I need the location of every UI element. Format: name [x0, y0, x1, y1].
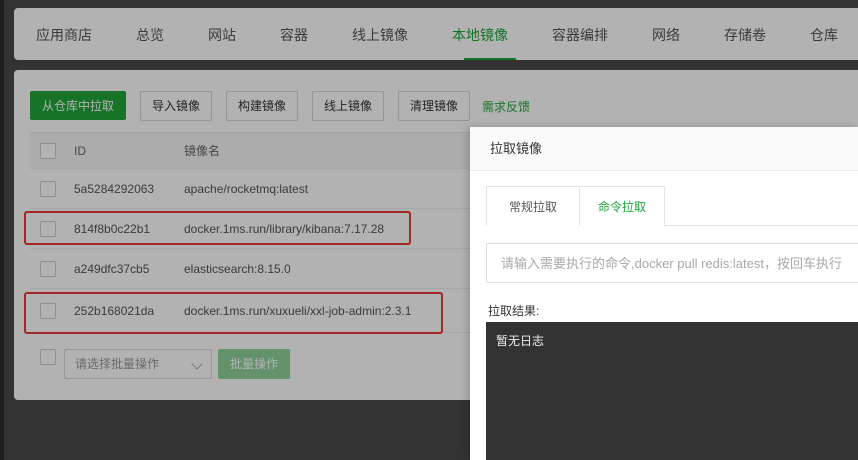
- dialog-header: 拉取镜像: [470, 127, 858, 171]
- image-id: 252b168021da: [74, 304, 155, 318]
- image-name: docker.1ms.run/xuxueli/xxl-job-admin:2.3…: [184, 304, 412, 318]
- build-image-button[interactable]: 构建镜像: [226, 91, 299, 121]
- tab-overview[interactable]: 总览: [136, 8, 164, 60]
- tab-registry[interactable]: 仓库: [810, 8, 838, 60]
- feedback-link[interactable]: 需求反馈: [482, 98, 530, 115]
- import-image-button[interactable]: 导入镜像: [140, 91, 213, 121]
- row-checkbox[interactable]: [40, 180, 56, 197]
- tab-label: 命令拉取: [597, 200, 646, 214]
- tab-label: 常规拉取: [508, 200, 557, 214]
- column-header-id: ID: [74, 144, 86, 158]
- image-name: docker.1ms.run/library/kibana:7.17.28: [184, 222, 385, 236]
- tab-containers[interactable]: 容器: [280, 8, 308, 60]
- chevron-down-icon: [191, 358, 203, 370]
- image-id: 814f8b0c22b1: [74, 222, 151, 236]
- tab-compose[interactable]: 容器编排: [552, 8, 608, 60]
- command-input[interactable]: [486, 243, 858, 283]
- pull-log-output[interactable]: 暂无日志: [486, 322, 858, 460]
- log-text: 暂无日志: [496, 334, 545, 348]
- pull-from-registry-button[interactable]: 从仓库中拉取: [30, 91, 127, 120]
- tab-label: 网站: [208, 27, 236, 43]
- batch-select-all-checkbox[interactable]: [40, 349, 56, 365]
- tab-app-store[interactable]: 应用商店: [36, 8, 92, 60]
- tab-label: 仓库: [810, 27, 838, 43]
- tab-normal-pull[interactable]: 常规拉取: [486, 186, 580, 226]
- column-header-name: 镜像名: [184, 144, 221, 158]
- left-sidebar-edge: [0, 0, 4, 460]
- row-checkbox[interactable]: [40, 220, 56, 237]
- tab-network[interactable]: 网络: [652, 8, 680, 60]
- tab-label: 本地镜像: [452, 27, 508, 43]
- tab-websites[interactable]: 网站: [208, 8, 236, 60]
- image-name: elasticsearch:8.15.0: [184, 262, 291, 276]
- tab-command-pull[interactable]: 命令拉取: [579, 186, 665, 227]
- row-checkbox[interactable]: [40, 302, 56, 319]
- pull-mode-tabs: 常规拉取 命令拉取: [486, 186, 858, 227]
- pull-result-label: 拉取结果:: [488, 304, 540, 318]
- tab-volumes[interactable]: 存储卷: [724, 8, 766, 60]
- tab-local-images[interactable]: 本地镜像: [452, 8, 524, 60]
- tab-label: 容器编排: [552, 27, 608, 43]
- tab-label: 线上镜像: [352, 27, 408, 43]
- pull-image-dialog: 拉取镜像 常规拉取 命令拉取 拉取结果: 暂无日志: [470, 127, 858, 460]
- tab-label: 应用商店: [36, 27, 92, 43]
- image-id: a249dfc37cb5: [74, 262, 150, 276]
- tab-label: 容器: [280, 27, 308, 43]
- batch-select-placeholder: 请选择批量操作: [75, 357, 160, 371]
- batch-action-select[interactable]: 请选择批量操作: [64, 349, 212, 379]
- top-nav-tabs: 应用商店 总览 网站 容器 线上镜像 本地镜像 容器编排 网络 存储卷 仓库: [14, 8, 858, 60]
- tab-label: 网络: [652, 27, 680, 43]
- clean-images-button[interactable]: 清理镜像: [398, 91, 471, 121]
- tab-online-images[interactable]: 线上镜像: [352, 8, 408, 60]
- row-checkbox[interactable]: [40, 260, 56, 277]
- image-id: 5a5284292063: [74, 182, 155, 196]
- image-name: apache/rocketmq:latest: [184, 182, 309, 196]
- tab-label: 总览: [136, 27, 164, 43]
- active-tab-underline: [464, 58, 516, 60]
- tab-label: 存储卷: [724, 27, 766, 43]
- online-images-button[interactable]: 线上镜像: [312, 91, 385, 121]
- select-all-checkbox[interactable]: [40, 142, 56, 159]
- dialog-title: 拉取镜像: [490, 141, 543, 156]
- batch-action-button[interactable]: 批量操作: [218, 349, 291, 379]
